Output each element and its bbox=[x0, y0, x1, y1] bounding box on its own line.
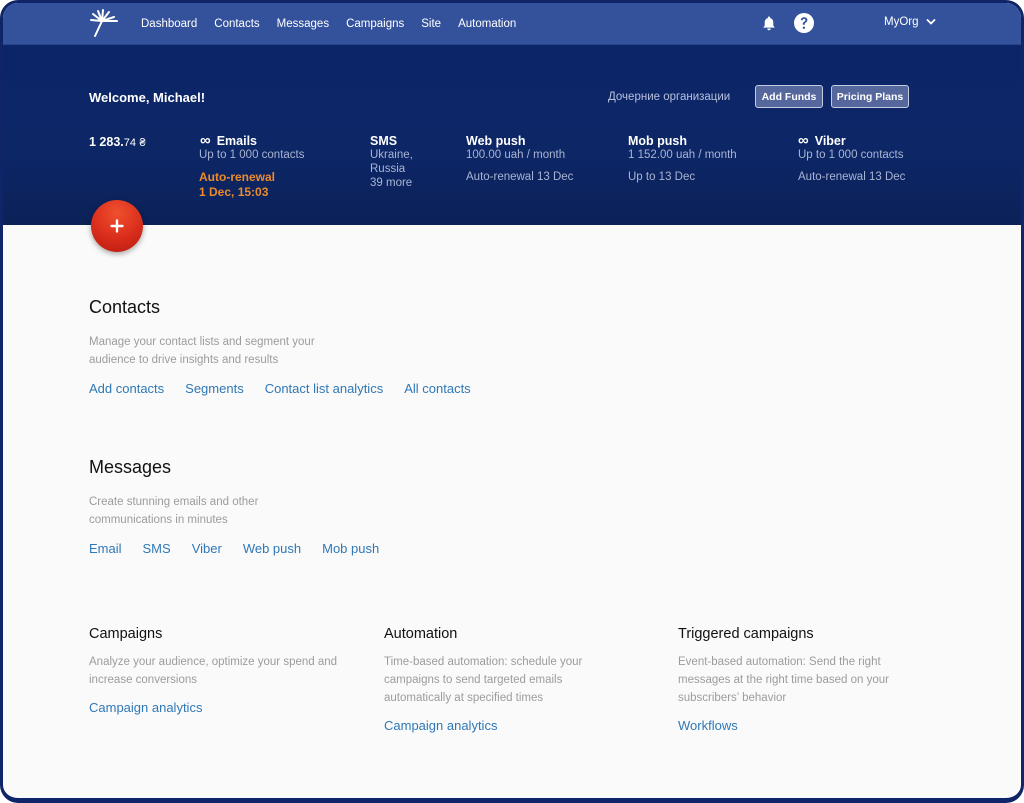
balance-main: 1 283. bbox=[89, 135, 124, 149]
infinity-icon: ∞ bbox=[200, 132, 211, 149]
service-renewal: Up to 13 Dec bbox=[628, 171, 696, 183]
automation-section: Automation Time-based automation: schedu… bbox=[384, 626, 644, 735]
campaign-analytics-link[interactable]: Campaign analytics bbox=[89, 700, 202, 715]
pricing-plans-button[interactable]: Pricing Plans bbox=[831, 85, 909, 108]
welcome-message: Welcome, Michael! bbox=[89, 90, 206, 105]
service-detail: Russia bbox=[370, 163, 406, 175]
chevron-down-icon[interactable] bbox=[926, 18, 936, 26]
section-description: Manage your contact lists and segment yo… bbox=[89, 336, 315, 366]
service-detail: 100.00 uah / month bbox=[466, 149, 566, 161]
section-description: Event-based automation: Send the right m… bbox=[678, 656, 889, 704]
service-renewal: Auto-renewal 13 Dec bbox=[466, 171, 574, 183]
main-nav: Dashboard Contacts Messages Campaigns Si… bbox=[141, 3, 533, 44]
service-detail: Up to 1 000 contacts bbox=[798, 149, 904, 161]
service-detail: Ukraine, bbox=[370, 149, 413, 161]
account-balance: 1 283.74 ₴ bbox=[89, 135, 146, 149]
sms-more-countries[interactable]: 39 more bbox=[370, 176, 413, 190]
service-title: Web push bbox=[466, 134, 526, 148]
add-contacts-link[interactable]: Add contacts bbox=[89, 381, 164, 396]
email-link[interactable]: Email bbox=[89, 541, 122, 556]
service-title: Viber bbox=[814, 134, 846, 148]
messages-links: Email SMS Viber Web push Mob push bbox=[89, 541, 400, 556]
sub-organizations-link[interactable]: Дочерние организации bbox=[608, 91, 730, 103]
campaigns-section: Campaigns Analyze your audience, optimiz… bbox=[89, 626, 349, 717]
app-window: Dashboard Contacts Messages Campaigns Si… bbox=[0, 0, 1024, 803]
sunburst-logo-icon[interactable] bbox=[89, 8, 121, 40]
infinity-icon: ∞ bbox=[798, 132, 809, 149]
auto-renewal-date: 1 Dec, 15:03 bbox=[199, 185, 269, 199]
service-title: SMS bbox=[370, 134, 398, 148]
top-navigation-bar: Dashboard Contacts Messages Campaigns Si… bbox=[3, 3, 1021, 45]
plus-icon bbox=[110, 219, 124, 233]
contacts-links: Add contacts Segments Contact list analy… bbox=[89, 381, 492, 396]
section-title: Messages bbox=[89, 457, 172, 477]
balance-cents: 74 bbox=[123, 137, 137, 149]
bell-icon[interactable] bbox=[761, 15, 777, 31]
help-question-icon[interactable] bbox=[793, 12, 815, 34]
segments-link[interactable]: Segments bbox=[185, 381, 244, 396]
nav-item-automation[interactable]: Automation bbox=[458, 18, 516, 30]
account-summary-banner: Welcome, Michael! Дочерние организации A… bbox=[3, 45, 1021, 225]
org-selector[interactable]: MyOrg bbox=[884, 16, 919, 28]
service-viber: ∞ Viber Up to 1 000 contacts Auto-renewa… bbox=[798, 132, 906, 184]
workflows-link[interactable]: Workflows bbox=[678, 718, 738, 733]
nav-item-campaigns[interactable]: Campaigns bbox=[346, 18, 404, 30]
nav-item-site[interactable]: Site bbox=[421, 18, 441, 30]
service-web-push: Web push 100.00 uah / month Auto-renewal… bbox=[466, 134, 573, 184]
nav-item-dashboard[interactable]: Dashboard bbox=[141, 18, 197, 30]
service-detail: Up to 1 000 contacts bbox=[199, 149, 305, 161]
messages-section: Messages Create stunning emails and othe… bbox=[89, 457, 400, 556]
service-title: Mob push bbox=[628, 134, 688, 148]
section-description: Time-based automation: schedule your cam… bbox=[384, 656, 583, 704]
section-title: Contacts bbox=[89, 297, 161, 317]
section-title: Triggered campaigns bbox=[678, 626, 814, 642]
automation-campaign-analytics-link[interactable]: Campaign analytics bbox=[384, 718, 497, 733]
service-mob-push: Mob push 1 152.00 uah / month Up to 13 D… bbox=[628, 134, 737, 184]
service-title: Emails bbox=[216, 134, 258, 148]
service-sms: SMS Ukraine, Russia 39 more bbox=[370, 134, 413, 190]
auto-renewal-label: Auto-renewal bbox=[199, 170, 276, 184]
triggered-campaigns-section: Triggered campaigns Event-based automati… bbox=[678, 626, 938, 735]
web-push-link[interactable]: Web push bbox=[243, 541, 301, 556]
service-detail: 1 152.00 uah / month bbox=[628, 149, 737, 161]
create-new-button[interactable] bbox=[91, 200, 143, 252]
service-emails: ∞ Emails Up to 1 000 contacts Auto-renew… bbox=[199, 132, 305, 200]
section-title: Automation bbox=[384, 626, 458, 642]
section-title: Campaigns bbox=[89, 626, 163, 642]
service-renewal: Auto-renewal 13 Dec bbox=[798, 171, 906, 183]
section-description: Analyze your audience, optimize your spe… bbox=[89, 656, 338, 686]
nav-item-contacts[interactable]: Contacts bbox=[214, 18, 259, 30]
nav-item-messages[interactable]: Messages bbox=[277, 18, 329, 30]
contact-list-analytics-link[interactable]: Contact list analytics bbox=[265, 381, 384, 396]
add-funds-button[interactable]: Add Funds bbox=[755, 85, 823, 108]
section-description: Create stunning emails and other communi… bbox=[89, 496, 259, 526]
currency-symbol: ₴ bbox=[139, 137, 146, 149]
viber-link[interactable]: Viber bbox=[192, 541, 222, 556]
sms-link[interactable]: SMS bbox=[143, 541, 171, 556]
contacts-section: Contacts Manage your contact lists and s… bbox=[89, 297, 492, 396]
all-contacts-link[interactable]: All contacts bbox=[404, 381, 470, 396]
mob-push-link[interactable]: Mob push bbox=[322, 541, 379, 556]
